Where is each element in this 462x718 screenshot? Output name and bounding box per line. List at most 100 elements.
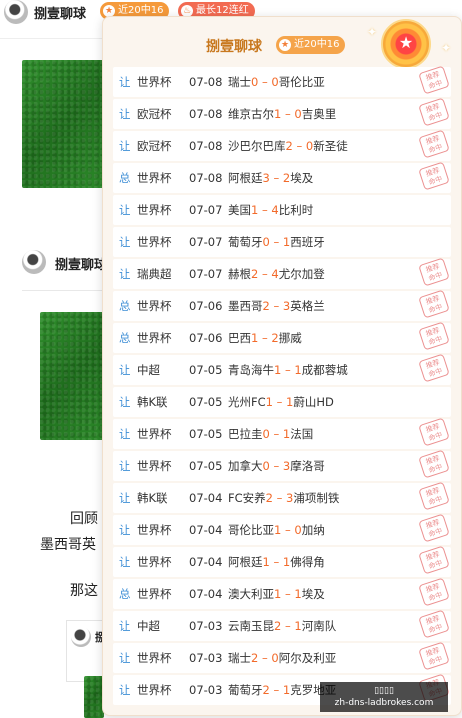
bet-type: 让 <box>119 75 131 89</box>
league: 世界杯 <box>137 75 172 89</box>
bet-type: 让 <box>119 203 131 217</box>
record-row[interactable]: 让欧冠杯 07-08 沙巴尔巴库2 – 0新圣徒 推荐 命中 <box>113 129 451 161</box>
match-image[interactable] <box>84 676 104 718</box>
hit-stamp-icon: 推荐命中 <box>418 353 450 383</box>
score-dash: – <box>272 395 287 409</box>
record-row[interactable]: 让瑞典超 07-07 赫根2 – 4尤尔加登 推荐 命中 <box>113 257 451 289</box>
record-row[interactable]: 让世界杯 07-03 瑞士2 – 0阿尔及利亚 推荐 命中 <box>113 641 451 673</box>
away-team: 哥伦比亚 <box>278 75 325 89</box>
league: 韩K联 <box>137 491 168 505</box>
hit-stamp-icon: 推荐命中 <box>418 97 450 127</box>
avatar[interactable] <box>4 0 28 24</box>
away-team: 西班牙 <box>290 235 325 249</box>
badge-text: 近20中16 <box>118 5 164 16</box>
away-team: 比利时 <box>278 203 314 217</box>
record-row[interactable]: 让韩K联 07-04 FC安养2 – 3浦项制铁 推荐 命中 <box>113 481 451 513</box>
score-dash: – <box>258 75 272 89</box>
match: 瑞士2 – 0阿尔及利亚 <box>228 643 336 673</box>
match-date: 07-04 <box>189 587 223 601</box>
away-team: 加纳 <box>301 523 325 537</box>
record-row[interactable]: 让世界杯 07-05 加拿大0 – 3摩洛哥 推荐 命中 <box>113 449 451 481</box>
record-row[interactable]: 让世界杯 07-05 巴拉圭0 – 1法国 推荐 命中 <box>113 417 451 449</box>
author-name[interactable]: 捌壹聊球 <box>55 254 107 273</box>
bet-type: 让 <box>119 555 131 569</box>
bet-type: 让 <box>119 139 131 153</box>
bet-type: 让 <box>119 427 131 441</box>
bet-type: 让 <box>119 619 131 633</box>
match: FC安养2 – 3浦项制铁 <box>228 483 339 513</box>
league: 欧冠杯 <box>137 139 172 153</box>
league: 世界杯 <box>137 235 172 249</box>
away-team: 埃及 <box>301 587 325 601</box>
away-score: 1 <box>294 619 302 633</box>
league: 世界杯 <box>137 555 172 569</box>
star-icon: ★ <box>279 39 291 51</box>
record-row[interactable]: 让世界杯 07-04 阿根廷1 – 1佛得角 推荐 命中 <box>113 545 451 577</box>
home-team: 瑞士 <box>228 75 251 89</box>
home-team: 光州FC <box>228 395 266 409</box>
away-score: 0 <box>271 75 279 89</box>
away-team: 浦项制铁 <box>293 491 340 505</box>
match-date: 07-04 <box>189 523 223 537</box>
record-row[interactable]: 让世界杯 07-04 哥伦比亚1 – 0加纳 推荐 命中 <box>113 513 451 545</box>
home-score: 0 <box>262 427 270 441</box>
popup-streak-badge: ★ 近20中16 <box>276 36 346 54</box>
record-list: 让世界杯 07-08 瑞士0 – 0哥伦比亚 推荐 命中让欧冠杯 07-08 维京古尔1 –… <box>113 65 451 707</box>
popup-title: 捌壹聊球 <box>206 39 262 55</box>
away-team: 蔚山HD <box>293 395 334 409</box>
score-dash: – <box>269 683 283 697</box>
league: 世界杯 <box>137 331 172 345</box>
record-row[interactable]: 让中超 07-03 云南玉昆2 – 1河南队 推荐 命中 <box>113 609 451 641</box>
score-dash: – <box>281 587 295 601</box>
record-row[interactable]: 让韩K联 07-05 光州FC1 – 1蔚山HD <box>113 387 451 417</box>
home-team: 赫根 <box>228 267 251 281</box>
score-dash: – <box>281 619 295 633</box>
author-name[interactable]: 捌壹聊球 <box>34 3 86 22</box>
home-score: 3 <box>262 171 270 185</box>
home-team: 澳大利亚 <box>228 587 274 601</box>
match-image[interactable] <box>40 312 104 440</box>
home-team: 维京古尔 <box>228 107 274 121</box>
record-popup[interactable]: 捌壹聊球 ★ 近20中16 ★ ✦ ✦ 让世界杯 07-08 瑞士0 – 0哥伦比亚… <box>102 16 462 716</box>
match-date: 07-08 <box>189 75 223 89</box>
record-row[interactable]: 总世界杯 07-06 墨西哥2 – 3英格兰 推荐 命中 <box>113 289 451 321</box>
bet-type: 总 <box>119 331 131 345</box>
bet-type: 让 <box>119 267 131 281</box>
home-team: 阿根廷 <box>228 171 263 185</box>
record-row[interactable]: 让世界杯 07-08 瑞士0 – 0哥伦比亚 推荐 命中 <box>113 65 451 97</box>
bet-type: 让 <box>119 363 131 377</box>
away-score: 2 <box>271 331 279 345</box>
home-score: 1 <box>265 395 273 409</box>
away-score: 0 <box>294 107 302 121</box>
hit-stamp-icon: 推荐命中 <box>418 513 450 543</box>
match-date: 07-03 <box>189 683 223 697</box>
record-row[interactable]: 让世界杯 07-07 葡萄牙0 – 1西班牙 <box>113 227 451 257</box>
record-row[interactable]: 让欧冠杯 07-08 维京古尔1 – 0吉奥里 推荐 命中 <box>113 97 451 129</box>
match-image[interactable] <box>22 60 104 188</box>
match-date: 07-07 <box>189 267 223 281</box>
hit-stamp-icon: 推荐命中 <box>418 161 450 191</box>
match-date: 07-03 <box>189 619 223 633</box>
score-dash: – <box>292 139 306 153</box>
score-dash: – <box>258 203 272 217</box>
league: 世界杯 <box>137 587 172 601</box>
home-team: 葡萄牙 <box>228 235 263 249</box>
bet-type: 让 <box>119 235 131 249</box>
away-team: 法国 <box>290 427 314 441</box>
avatar <box>71 627 91 647</box>
match: 云南玉昆2 – 1河南队 <box>228 611 336 641</box>
home-score: 0 <box>262 459 270 473</box>
record-row[interactable]: 让世界杯 07-07 美国1 – 4比利时 <box>113 195 451 225</box>
record-row[interactable]: 让中超 07-05 青岛海牛1 – 1成都蓉城 推荐 命中 <box>113 353 451 385</box>
record-row[interactable]: 总世界杯 07-06 巴西1 – 2挪威 推荐 命中 <box>113 321 451 353</box>
league: 中超 <box>137 619 160 633</box>
record-row[interactable]: 总世界杯 07-04 澳大利亚1 – 1埃及 推荐 命中 <box>113 577 451 609</box>
home-team: 沙巴尔巴库 <box>228 139 286 153</box>
embedded-card[interactable]: 捌 <box>66 620 106 682</box>
medal-icon: ★ <box>381 19 431 69</box>
home-team: 瑞士 <box>228 651 251 665</box>
avatar[interactable] <box>22 250 46 274</box>
bet-type: 让 <box>119 523 131 537</box>
score-dash: – <box>281 523 295 537</box>
record-row[interactable]: 总世界杯 07-08 阿根廷3 – 2埃及 推荐 命中 <box>113 161 451 193</box>
